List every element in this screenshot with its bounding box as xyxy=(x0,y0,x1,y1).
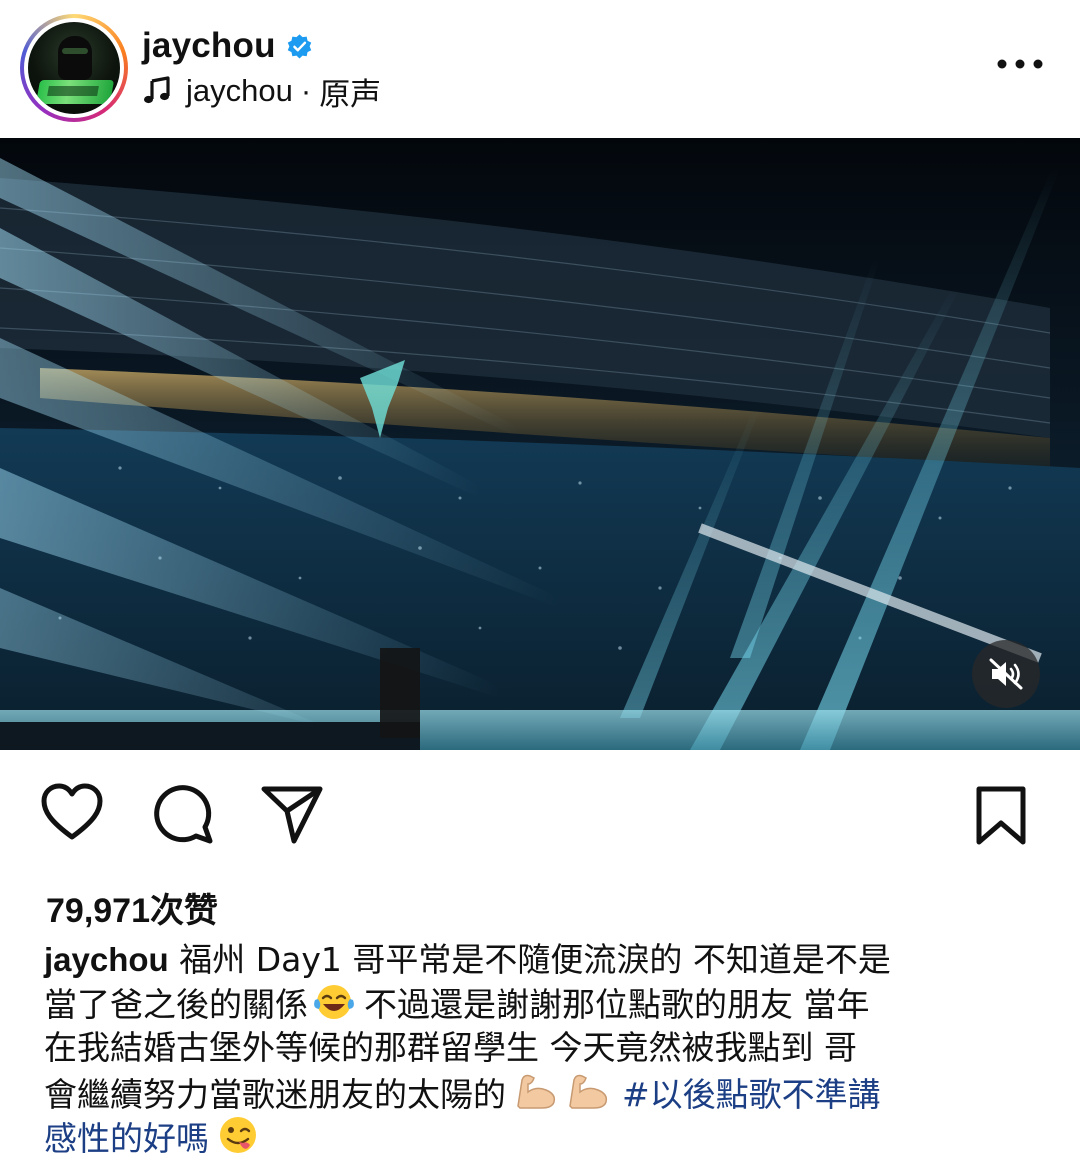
flexed-biceps-icon xyxy=(569,1074,608,1109)
caption-line-5: 感性的好嗎 xyxy=(44,1114,1044,1158)
caption-text-5: 會繼續努力當歌迷朋友的太陽的 xyxy=(44,1075,506,1114)
avatar-mask xyxy=(62,48,88,54)
caption-line-4: 會繼續努力當歌迷朋友的太陽的 #以後點歌不準講 xyxy=(44,1070,1044,1114)
hashtag-link-continued[interactable]: 感性的好嗎 xyxy=(44,1119,209,1158)
bookmark-icon[interactable] xyxy=(974,785,1028,847)
caption-text-4: 在我結婚古堡外等候的那群留學生 今天竟然被我點到 哥 xyxy=(44,1028,857,1067)
face-with-tears-of-joy-icon xyxy=(314,985,354,1019)
username[interactable]: jaychou xyxy=(142,26,276,66)
caption-username[interactable]: jaychou xyxy=(44,941,169,978)
comment-icon[interactable] xyxy=(152,783,214,845)
verified-icon xyxy=(287,33,311,59)
hashtag-link[interactable]: #以後點歌不準講 xyxy=(622,1075,881,1114)
caption-line-1: jaychou 福州 Day1 哥平常是不隨便流淚的 不知道是不是 xyxy=(44,938,1044,982)
caption-text-1: 福州 Day1 哥平常是不隨便流淚的 不知道是不是 xyxy=(179,940,891,979)
avatar[interactable] xyxy=(20,14,128,122)
more-icon[interactable] xyxy=(996,52,1044,76)
avatar-figure xyxy=(58,36,92,80)
action-bar xyxy=(0,775,1080,855)
caption-text-3: 不過還是謝謝那位點歌的朋友 當年 xyxy=(364,985,870,1024)
heart-icon[interactable] xyxy=(40,783,104,843)
caption-text-2: 當了爸之後的關係 xyxy=(44,985,308,1024)
avatar-logo-shade xyxy=(47,86,99,96)
audio-track[interactable]: 原声 xyxy=(319,69,381,114)
share-icon[interactable] xyxy=(260,783,324,845)
likes-count[interactable]: 79,971次赞 xyxy=(46,883,218,932)
caption: jaychou 福州 Day1 哥平常是不隨便流淚的 不知道是不是 當了爸之後的… xyxy=(44,938,1044,1158)
username-row: jaychou xyxy=(142,24,313,68)
music-note-icon xyxy=(144,76,170,104)
post-header: jaychou jaychou · 原声 xyxy=(0,0,1080,138)
audio-row[interactable]: jaychou · 原声 xyxy=(142,70,381,112)
post-media[interactable] xyxy=(0,138,1080,750)
audio-artist[interactable]: jaychou xyxy=(186,73,293,109)
audio-separator: · xyxy=(300,73,312,108)
avatar-image xyxy=(28,22,120,114)
mute-button[interactable] xyxy=(972,640,1040,708)
concert-video-frame xyxy=(0,138,1080,750)
caption-line-2: 當了爸之後的關係 不過還是謝謝那位點歌的朋友 當年 xyxy=(44,982,1044,1026)
winking-face-with-tongue-icon xyxy=(220,1117,256,1153)
mute-icon xyxy=(989,658,1023,690)
flexed-biceps-icon xyxy=(517,1074,556,1109)
caption-line-3: 在我結婚古堡外等候的那群留學生 今天竟然被我點到 哥 xyxy=(44,1026,1044,1070)
